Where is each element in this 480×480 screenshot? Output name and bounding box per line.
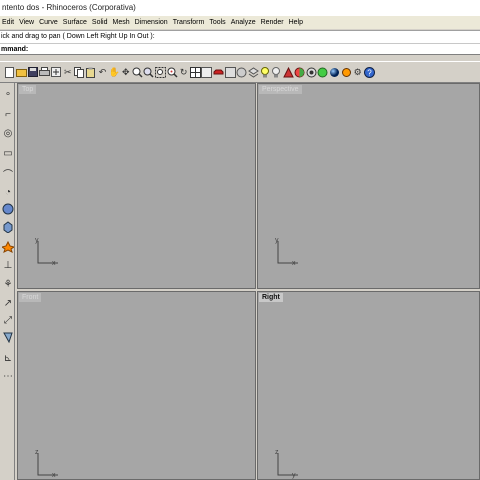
copy-icon[interactable] (74, 65, 86, 79)
pan-hand-icon[interactable]: ✋ (108, 65, 120, 79)
menu-help[interactable]: Help (289, 19, 303, 26)
menu-curve[interactable]: Curve (39, 19, 58, 26)
viewport-front-label[interactable]: Front (19, 293, 42, 302)
undo-icon[interactable]: ↶ (97, 65, 109, 79)
standard-toolbar: ✂ ↶ ✋ ✥ ↻ ⚙ ? (0, 61, 480, 83)
viewport-perspective[interactable]: Perspective y x (257, 83, 480, 289)
command-prompt-label: mmand: (1, 46, 29, 53)
sphere-icon[interactable] (329, 65, 341, 79)
light-icon[interactable] (259, 65, 271, 79)
zoom-window-icon[interactable] (143, 65, 155, 79)
menu-surface[interactable]: Surface (63, 19, 87, 26)
menu-analyze[interactable]: Analyze (231, 19, 256, 26)
select-icon[interactable] (224, 65, 236, 79)
undo-view-icon[interactable]: ↻ (178, 65, 190, 79)
explode-icon[interactable]: ⊥ (1, 258, 15, 272)
axis-y-label: y (275, 237, 279, 244)
boolean-icon[interactable]: ↗ (1, 296, 15, 310)
import-icon[interactable] (50, 65, 62, 79)
axis-z-label: z (35, 449, 39, 456)
print-icon[interactable] (39, 65, 51, 79)
curve-icon[interactable]: ⌐ (1, 107, 15, 121)
polyline-icon[interactable]: ⌒ (1, 166, 15, 181)
zoom-selected-icon[interactable] (166, 65, 178, 79)
menu-tools[interactable]: Tools (209, 19, 225, 26)
arc-icon[interactable]: ◔ (1, 185, 15, 199)
window-title: ntento dos - Rhinoceros (Corporativa) (0, 0, 480, 16)
axis-x-label: x (52, 260, 56, 267)
render-preview-icon[interactable] (305, 65, 317, 79)
open-icon[interactable] (15, 65, 28, 79)
car-icon[interactable] (213, 65, 225, 79)
curve-tools-icon[interactable]: ⤢ (1, 313, 15, 327)
solid-icon[interactable] (1, 220, 15, 234)
main-toolbar-vertical: ∘ ⌐ ◎ ▭ ⌒ ◔ ⊥ ⚘ ↗ ⤢ ⊾ ⋯ (0, 83, 15, 480)
mesh-icon[interactable] (1, 240, 15, 254)
viewport-perspective-label[interactable]: Perspective (259, 85, 302, 94)
grid-snap-icon[interactable]: ⋯ (1, 369, 15, 383)
menu-solid[interactable]: Solid (92, 19, 108, 26)
environment-icon[interactable] (317, 65, 329, 79)
menu-view[interactable]: View (19, 19, 34, 26)
zoom-extents-icon[interactable] (155, 65, 167, 79)
point-icon[interactable]: ∘ (1, 87, 15, 101)
svg-text:?: ? (367, 68, 372, 77)
command-history: ick and drag to pan ( Down Left Right Up… (0, 30, 480, 43)
axis-z-label: z (275, 449, 279, 456)
axis-x-label: x (52, 472, 56, 479)
four-viewports-icon[interactable] (189, 65, 202, 79)
rectangle-icon[interactable]: ▭ (1, 146, 15, 160)
light-bulb-icon[interactable] (271, 65, 283, 79)
menu-transform[interactable]: Transform (173, 19, 205, 26)
paste-icon[interactable] (85, 65, 97, 79)
viewport-right-label[interactable]: Right (259, 293, 283, 302)
command-line: mmand: (0, 43, 480, 55)
axis-indicator: y x (34, 237, 64, 267)
zoom-dynamic-icon[interactable] (132, 65, 144, 79)
viewport-top-label[interactable]: Top (19, 85, 37, 94)
viewport-front[interactable]: Front z x (17, 291, 256, 480)
viewport-top[interactable]: Top y x (17, 83, 256, 289)
menu-dimension[interactable]: Dimension (135, 19, 168, 26)
save-icon[interactable] (27, 65, 39, 79)
help-icon[interactable]: ? (363, 65, 375, 79)
viewport-right[interactable]: Right z y (257, 291, 480, 480)
menu-edit[interactable]: Edit (2, 19, 14, 26)
axis-x-label: x (292, 260, 296, 267)
axis-y-label: y (35, 237, 39, 244)
axis-indicator: z x (34, 449, 64, 479)
new-icon[interactable] (4, 65, 16, 79)
axis-y-label: y (292, 472, 296, 479)
menu-mesh[interactable]: Mesh (113, 19, 130, 26)
options-icon[interactable]: ⚙ (352, 65, 364, 79)
menu-bar: Edit View Curve Surface Solid Mesh Dimen… (0, 16, 480, 29)
rotate-view-icon[interactable]: ✥ (120, 65, 132, 79)
analyze-icon[interactable]: ⊾ (1, 351, 15, 365)
shade-icon[interactable] (282, 65, 294, 79)
menu-render[interactable]: Render (261, 19, 284, 26)
viewport-properties-icon[interactable] (201, 65, 213, 79)
grid-icon[interactable] (236, 65, 248, 79)
cut-icon[interactable]: ✂ (62, 65, 74, 79)
axis-indicator: y x (274, 237, 304, 267)
transform-icon[interactable] (1, 330, 15, 344)
render-icon[interactable] (294, 65, 306, 79)
osnap-icon[interactable] (340, 65, 352, 79)
rhino-window: ntento dos - Rhinoceros (Corporativa) Ed… (0, 0, 480, 480)
dimension-icon[interactable]: ⚘ (1, 277, 15, 291)
command-input[interactable] (26, 44, 466, 54)
circle-icon[interactable]: ◎ (1, 126, 15, 140)
layer-icon[interactable] (247, 65, 259, 79)
axis-indicator: z y (274, 449, 304, 479)
surface-icon[interactable] (1, 202, 15, 216)
